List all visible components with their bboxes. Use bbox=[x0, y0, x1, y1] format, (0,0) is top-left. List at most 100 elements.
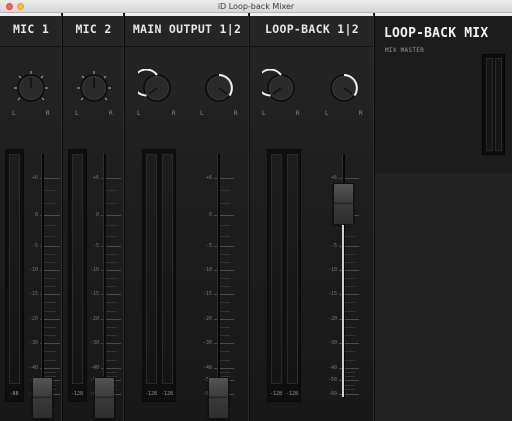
db-scale-minor-tick bbox=[105, 351, 117, 353]
db-scale-label: -30 bbox=[28, 340, 38, 346]
db-scale-label: 0 bbox=[95, 212, 99, 218]
pan-knob-icon[interactable] bbox=[200, 69, 238, 107]
pan-right-label: R bbox=[234, 110, 238, 117]
volume-fader[interactable] bbox=[94, 377, 115, 419]
mix-subtitle: MIX MASTER bbox=[385, 47, 425, 54]
pan-left-label: L bbox=[137, 110, 141, 117]
db-scale-label: -5 bbox=[330, 243, 337, 249]
db-scale-minor-tick bbox=[105, 278, 117, 279]
db-scale-label: 0 bbox=[208, 212, 212, 218]
fader-track[interactable] bbox=[41, 154, 44, 399]
db-scale-label: -30 bbox=[327, 340, 337, 346]
db-scale-label: -20 bbox=[89, 316, 99, 322]
db-scale-minor-tick bbox=[44, 302, 56, 304]
db-scale-minor-tick bbox=[105, 302, 117, 304]
pan-left-label: L bbox=[325, 110, 329, 117]
db-scale-minor-tick bbox=[105, 327, 117, 328]
db-scale-label: -15 bbox=[327, 291, 337, 297]
pan-knob-icon[interactable] bbox=[262, 69, 300, 107]
db-scale-label: -50 bbox=[327, 377, 337, 383]
db-scale-label: -20 bbox=[327, 316, 337, 322]
db-scale-minor-tick bbox=[44, 286, 56, 287]
db-scale-label: -60 bbox=[327, 391, 337, 397]
db-scale-label: -5 bbox=[92, 243, 99, 249]
db-scale-label: -10 bbox=[202, 267, 212, 273]
master-level-meter bbox=[482, 54, 505, 155]
db-scale-label: -30 bbox=[202, 340, 212, 346]
db-scale-minor-tick bbox=[105, 254, 117, 255]
mixer-strips-area: MIC 1 L R -88 +60-5-10-15-20-30-40-50-60… bbox=[0, 13, 375, 421]
level-meter: -128 -128 bbox=[267, 149, 301, 402]
db-scale-minor-tick bbox=[44, 235, 56, 237]
db-scale-minor-tick bbox=[105, 359, 117, 361]
meter-peak-label: -128 bbox=[70, 391, 84, 397]
pan-left-label: L bbox=[75, 110, 79, 117]
db-scale-minor-tick bbox=[105, 235, 117, 237]
db-scale-minor-tick bbox=[44, 254, 56, 255]
db-scale-label: +6 bbox=[330, 175, 337, 181]
meter-peak-label: -128 bbox=[285, 391, 299, 397]
db-scale-minor-tick bbox=[44, 262, 56, 263]
mix-master-panel: LOOP-BACK MIX MIX MASTER bbox=[375, 13, 512, 421]
db-scale-minor-tick bbox=[44, 327, 56, 328]
db-scale-minor-tick bbox=[44, 372, 56, 373]
db-scale-label: -30 bbox=[89, 340, 99, 346]
db-scale-minor-tick bbox=[44, 335, 56, 336]
pan-right-label: R bbox=[46, 110, 50, 117]
meter-peak-label: -128 bbox=[160, 391, 174, 397]
db-scale-label: +6 bbox=[92, 175, 99, 181]
db-scale-label: -15 bbox=[202, 291, 212, 297]
volume-fader[interactable] bbox=[333, 183, 354, 225]
db-scale-label: -15 bbox=[28, 291, 38, 297]
channel-strip-mic-2: MIC 2 L R -128 +60-5-10-15-20-30-40-50-6… bbox=[63, 13, 125, 421]
channel-strip-main-output: MAIN OUTPUT 1|2 L R L R -128 -128 +6 0 -5 -… bbox=[125, 13, 250, 421]
db-scale-label: -40 bbox=[28, 365, 38, 371]
meter-peak-label: -88 bbox=[9, 391, 19, 397]
db-scale-minor-tick bbox=[44, 225, 56, 227]
meter-peak-label: -128 bbox=[269, 391, 283, 397]
db-scale-label: -20 bbox=[202, 316, 212, 322]
db-scale-minor-tick bbox=[105, 262, 117, 263]
db-scale-minor-tick bbox=[44, 359, 56, 361]
pan-left-label: L bbox=[262, 110, 266, 117]
db-scale-minor-tick bbox=[44, 351, 56, 353]
db-scale-label: -10 bbox=[89, 267, 99, 273]
fader-track[interactable] bbox=[217, 154, 220, 399]
channel-name: MIC 2 bbox=[75, 22, 112, 36]
db-scale-minor-tick bbox=[105, 335, 117, 336]
db-scale-minor-tick bbox=[105, 225, 117, 227]
mix-title: LOOP-BACK MIX bbox=[384, 26, 489, 41]
db-scale-label: +6 bbox=[205, 175, 212, 181]
db-scale-minor-tick bbox=[44, 278, 56, 279]
channel-strip-mic-1: MIC 1 L R -88 +60-5-10-15-20-30-40-50-60 bbox=[0, 13, 63, 421]
db-scale-minor-tick bbox=[44, 190, 56, 192]
volume-fader[interactable] bbox=[208, 377, 229, 419]
db-scale-label: -15 bbox=[89, 291, 99, 297]
window-title: iD Loop-back Mixer bbox=[217, 2, 295, 11]
db-scale-minor-tick bbox=[44, 202, 56, 204]
title-bar: iD Loop-back Mixer bbox=[0, 0, 512, 13]
pan-right-label: R bbox=[172, 110, 176, 117]
db-scale-minor-tick bbox=[105, 286, 117, 287]
fader-track[interactable] bbox=[103, 154, 106, 399]
level-meter: -128 bbox=[68, 149, 87, 402]
db-scale-label: -5 bbox=[31, 243, 38, 249]
db-scale-label: -40 bbox=[89, 365, 99, 371]
volume-fader[interactable] bbox=[32, 377, 53, 419]
pan-right-label: R bbox=[109, 110, 113, 117]
db-scale-label: -40 bbox=[327, 365, 337, 371]
pan-knob-icon[interactable] bbox=[75, 69, 113, 107]
level-meter: -128 -128 bbox=[142, 149, 176, 402]
pan-left-label: L bbox=[12, 110, 16, 117]
pan-knob-icon[interactable] bbox=[138, 69, 176, 107]
db-scale-minor-tick bbox=[44, 310, 56, 312]
db-scale-label: 0 bbox=[34, 212, 38, 218]
db-scale-label: -40 bbox=[202, 365, 212, 371]
pan-knob-icon[interactable] bbox=[325, 69, 363, 107]
db-scale-label: -20 bbox=[28, 316, 38, 322]
db-scale-minor-tick bbox=[105, 202, 117, 204]
level-meter: -88 bbox=[5, 149, 24, 402]
db-scale-minor-tick bbox=[105, 372, 117, 373]
pan-knob-icon[interactable] bbox=[12, 69, 50, 107]
db-scale-label: +6 bbox=[31, 175, 38, 181]
